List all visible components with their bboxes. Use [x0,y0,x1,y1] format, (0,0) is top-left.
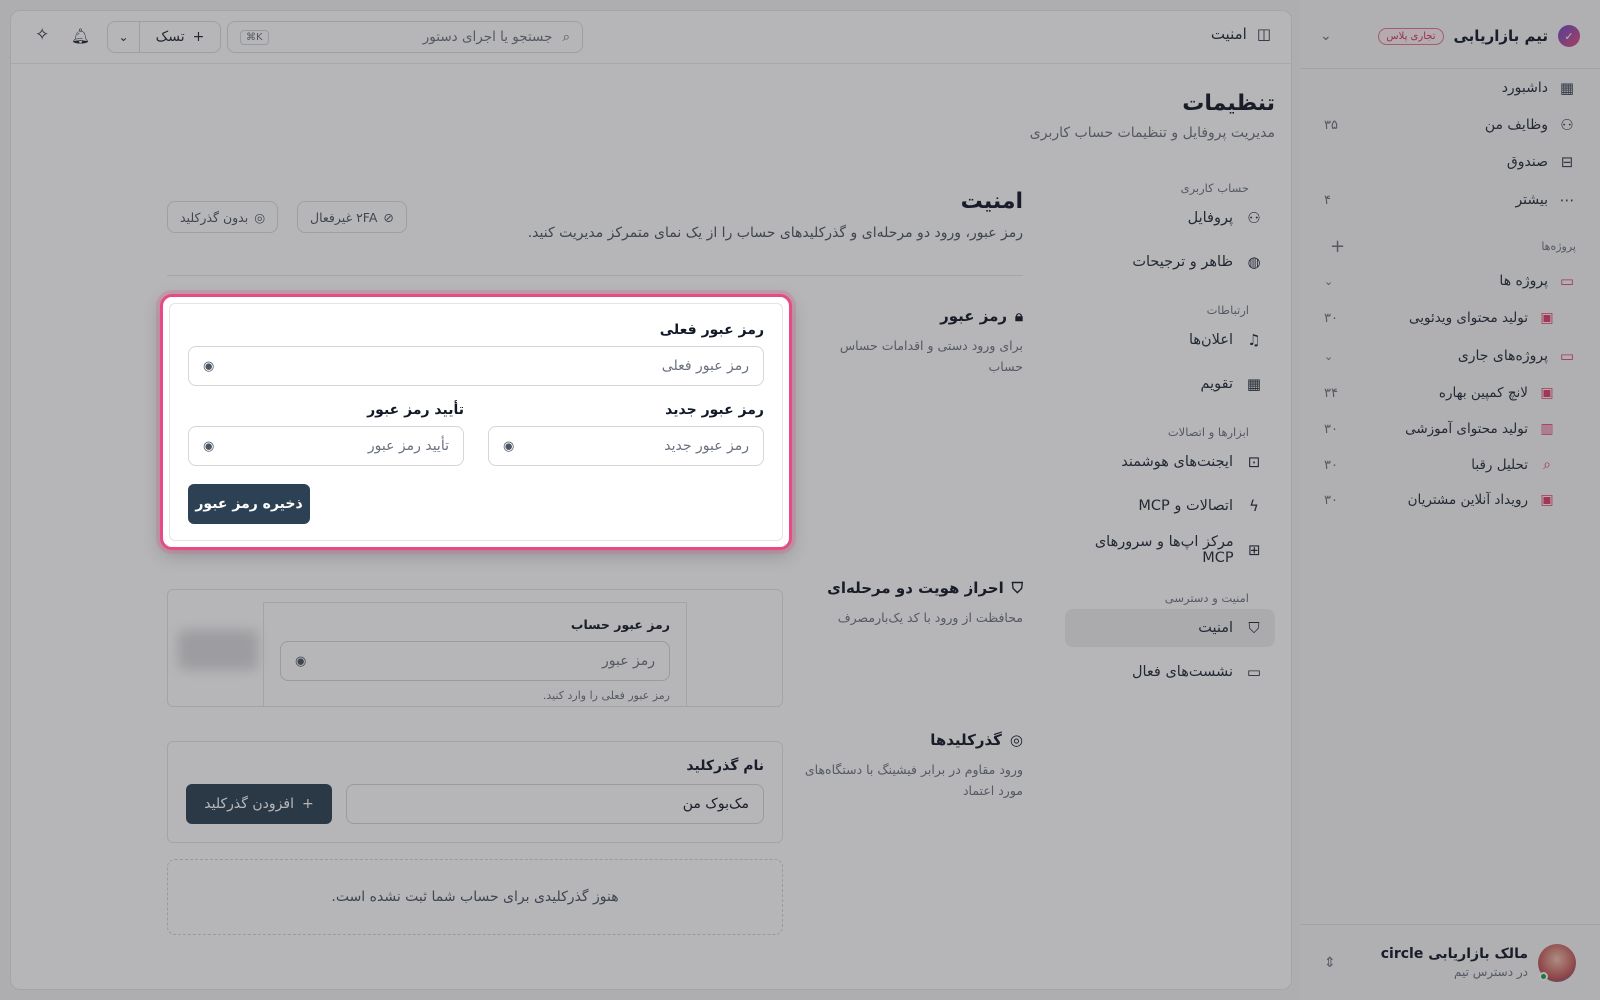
confirm-password-placeholder: تأیید رمز عبور [367,438,449,454]
eye-icon[interactable]: ◉ [503,439,514,454]
confirm-password-label: تأیید رمز عبور [367,402,464,418]
password-card-highlighted: رمز عبور فعلی رمز عبور فعلی ◉ رمز عبور ج… [160,294,792,550]
current-password-label: رمز عبور فعلی [659,322,764,338]
password-form: رمز عبور فعلی رمز عبور فعلی ◉ رمز عبور ج… [169,303,783,541]
save-password-button[interactable]: ذخیره رمز عبور [188,484,310,524]
confirm-password-input[interactable]: تأیید رمز عبور ◉ [188,426,464,466]
new-password-input[interactable]: رمز عبور جدید ◉ [488,426,764,466]
current-password-placeholder: رمز عبور فعلی [661,358,749,374]
current-password-input[interactable]: رمز عبور فعلی ◉ [188,346,764,386]
eye-icon[interactable]: ◉ [203,439,214,454]
new-password-label: رمز عبور جدید [665,402,764,418]
new-password-placeholder: رمز عبور جدید [664,438,749,454]
eye-icon[interactable]: ◉ [203,359,214,374]
